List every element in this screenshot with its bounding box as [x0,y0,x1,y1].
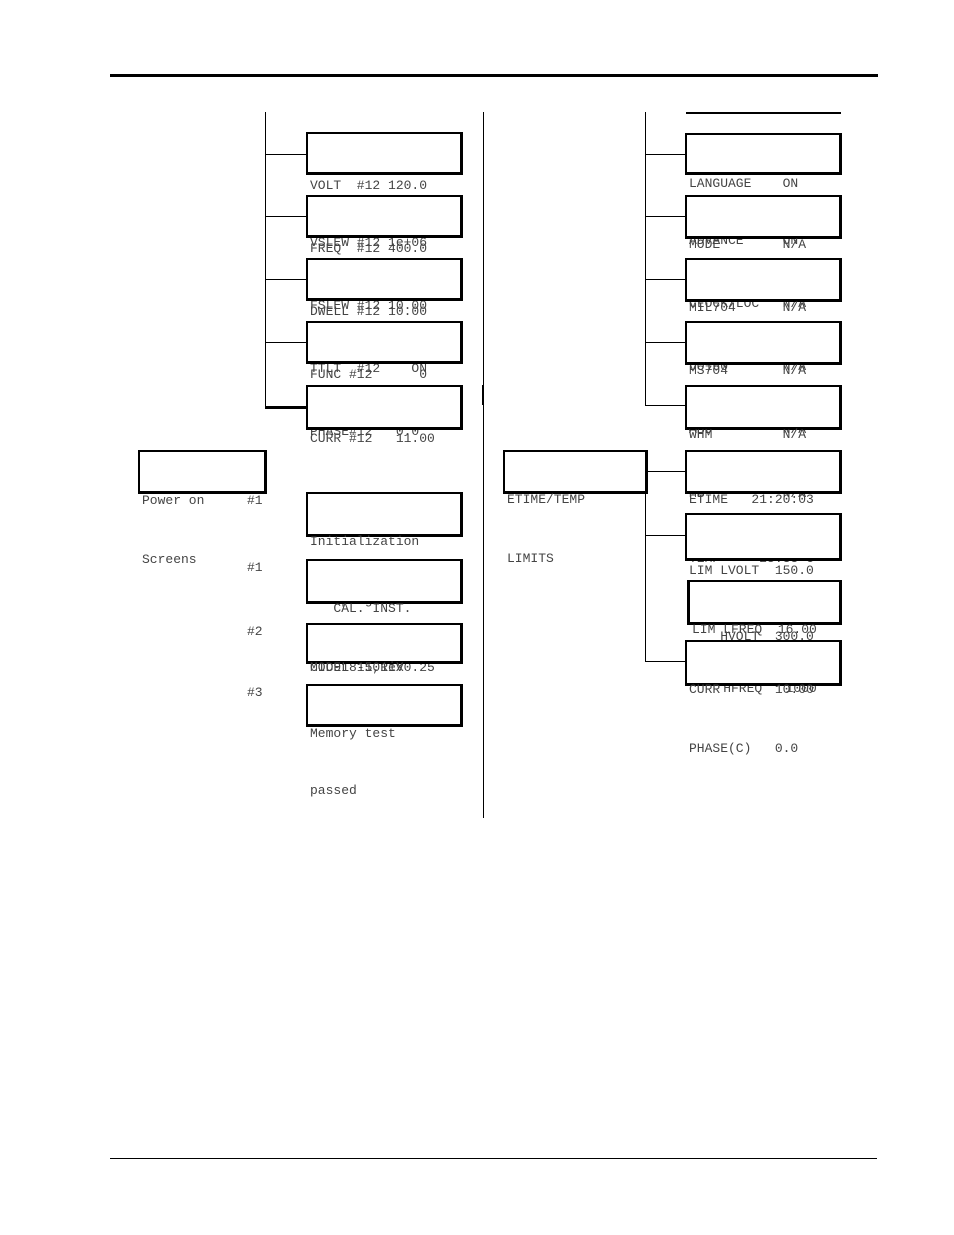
lcd-screen-dwell: DWELL #12 10.00 TTLT #12 ON [306,258,463,376]
lcd-line: DWELL #12 10.00 [310,304,428,319]
lcd-line: MODE N/A [689,237,807,252]
connector [645,405,686,406]
connector [645,216,686,217]
lcd-screen-mode: MODE N/A CLOCK/LOC N/A [685,195,842,311]
lcd-line: MS704 N/A [689,363,807,378]
title-line: Screens [142,552,197,567]
etime-tree-trunk [645,493,646,662]
lcd-line: CAL. INST. [310,601,412,616]
lcd-line: VOLT #12 120.0 [310,178,428,193]
lcd-screen-initialization: Initialization in progress [306,492,463,608]
right-tree-trunk [645,112,646,406]
lcd-line: MIL704 N/A [689,300,807,315]
lcd-screen-memory-test: Memory test passed [306,684,463,798]
lcd-screen-lim-freq: LIM LFREQ 16.00 HFREQ 1000 [687,580,842,696]
connector [645,535,686,536]
lcd-screen-whm: WHM N/A MB N/A [685,385,842,501]
step-label: #1 [247,493,263,508]
lcd-screen-curr: CURR #12 11.00 [306,385,463,446]
lcd-screen-ms704: MS704 N/A ABD N/A [685,321,842,437]
power-on-screens-title: Power on Screens [138,450,267,567]
title-line: ETIME/TEMP [507,492,586,507]
top-screen-edge [686,112,841,114]
lcd-screen-volt: VOLT #12 120.0 VSLEW #12 1e+06 [306,132,463,250]
title-line: LIMITS [507,551,554,566]
step-label: #3 [247,685,263,700]
lcd-line: LANGUAGE ON [689,176,799,191]
lcd-screen-cal-inst: CAL. INST. CIC918-1,Rev0.25 [306,559,463,675]
lcd-line: ETIME 21:20:03 [689,492,814,507]
lcd-line: Initialization [310,534,420,549]
lcd-screen-freq: FREQ #12 400.0 FSLEW #12 10.00 [306,195,463,313]
connector [265,406,307,409]
lcd-line: FREQ #12 400.0 [310,241,428,256]
connector [645,661,686,662]
lcd-screen-language: LANGUAGE ON ADVANCE ON [685,133,842,248]
connector [647,471,686,472]
lcd-line: FUNC #12 0 [310,367,428,382]
footer-rule [110,1158,877,1159]
lcd-screen-model: MODEL 1501iX SERIAL #54321 [306,623,463,726]
connector [645,154,686,155]
lcd-line: CURR 10.00 [689,682,814,697]
connector [265,154,307,155]
divider-mark [482,385,484,405]
lcd-line: WHM N/A [689,427,807,442]
lcd-line: Memory test [310,726,396,741]
column-divider [483,112,484,818]
connector [265,342,307,343]
lcd-line: MODEL 1501iX [310,660,404,675]
step-label: #1 [247,560,263,575]
connector [645,279,686,280]
connector [645,342,686,343]
lcd-screen-func: FUNC #12 0 PHASE#12 0.0 [306,321,463,439]
lcd-line: LIM LVOLT 150.0 [689,563,814,578]
step-label: #2 [247,624,263,639]
lcd-line: CURR #12 11.00 [310,431,435,446]
left-tree-trunk [265,112,266,408]
lcd-screen-etime: ETIME 21:20:03 TEMP 25:33°C [685,450,842,566]
lcd-line: PHASE(C) 0.0 [689,741,799,756]
lcd-screen-mil704: MIL704 N/A DO160 N/A [685,258,842,374]
connector [265,279,307,280]
lcd-screen-lim-volt: LIM LVOLT 150.0 HVOLT 300.0 [685,513,842,644]
etime-temp-limits-title: ETIME/TEMP LIMITS [503,450,648,566]
header-rule [110,74,878,77]
title-line: Power on [142,493,205,508]
connector [265,216,307,217]
lcd-line: LIM LFREQ 16.00 [692,622,817,637]
lcd-screen-curr-phase: CURR 10.00 PHASE(C) 0.0 [685,640,842,756]
lcd-line: passed [310,783,357,798]
